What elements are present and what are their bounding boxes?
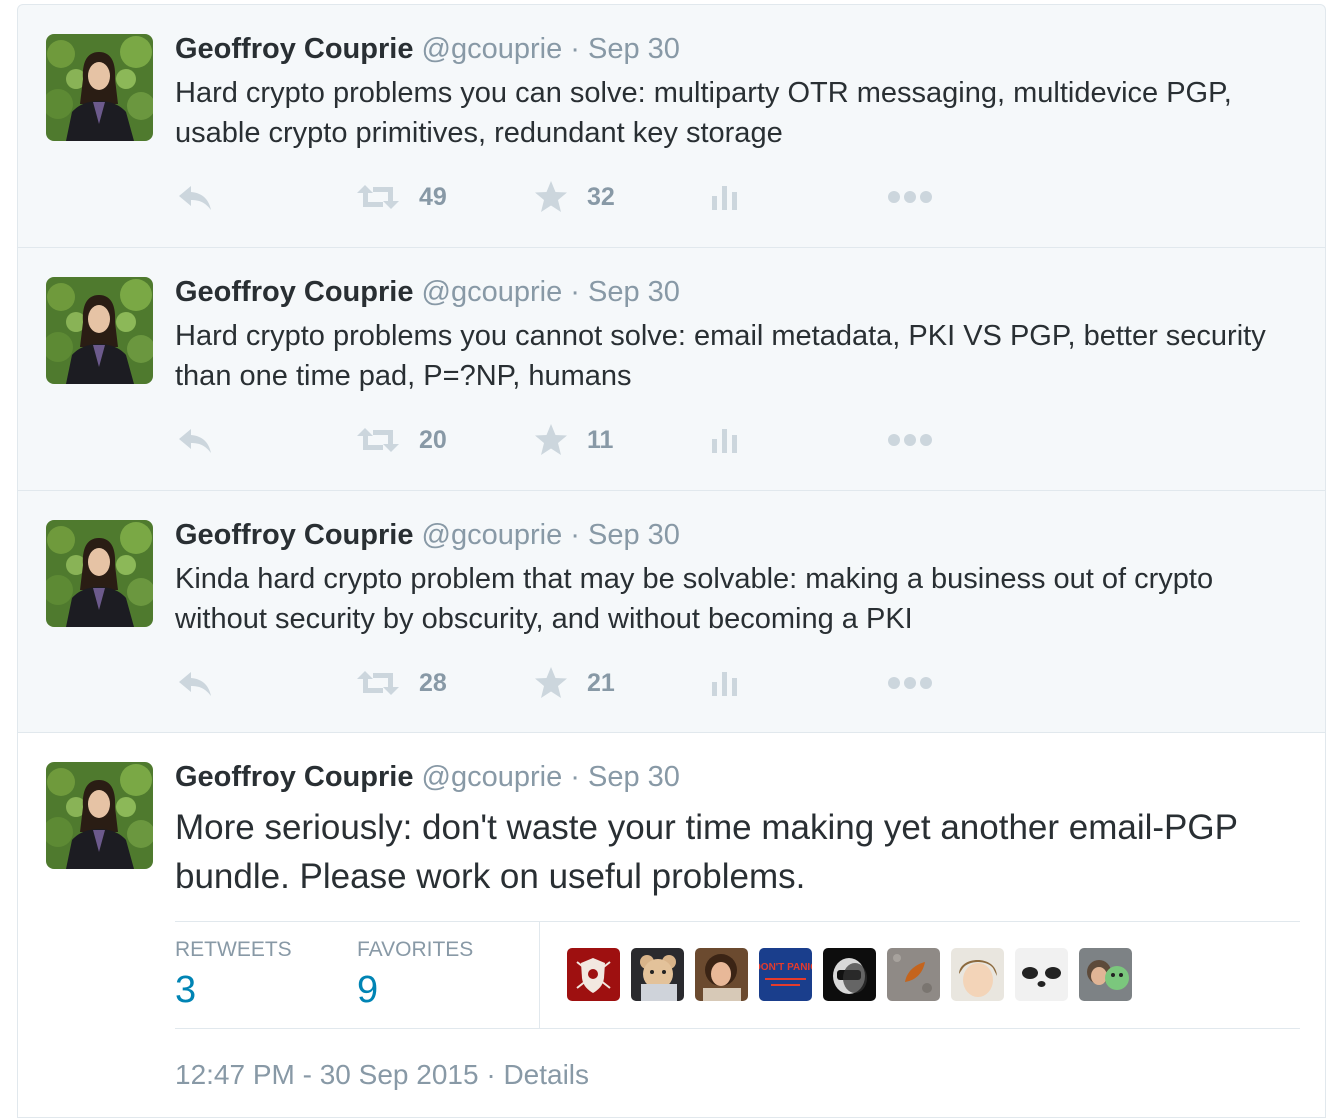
favorite-count: 21 <box>587 668 615 697</box>
author-handle[interactable]: @gcouprie <box>422 519 563 551</box>
author-handle[interactable]: @gcouprie <box>422 761 563 793</box>
reply-button[interactable] <box>175 420 215 460</box>
retweet-button[interactable]: 49 <box>355 177 447 217</box>
tweet-header: Geoffroy Couprie @gcouprie · Sep 30 <box>175 519 680 552</box>
tweet-timestamp[interactable]: 12:47 PM - 30 Sep 2015 <box>175 1059 479 1090</box>
star-icon <box>535 667 567 698</box>
tweet-text: Kinda hard crypto problem that may be so… <box>175 563 1214 635</box>
favorites-count: 9 <box>357 969 379 1011</box>
tweet-text: Hard crypto problems you cannot solve: e… <box>175 320 1266 392</box>
more-icon <box>888 191 932 203</box>
expanded-tweet: Geoffroy Couprie @gcouprie · Sep 30 More… <box>18 733 1325 1117</box>
retweets-label: RETWEETS <box>175 938 292 961</box>
woman-avatar[interactable] <box>695 948 748 1001</box>
reply-button[interactable] <box>175 663 215 703</box>
favorite-count: 32 <box>587 182 615 211</box>
retweet-count: 28 <box>419 668 447 697</box>
tweet-date[interactable]: Sep 30 <box>588 519 680 551</box>
avatar[interactable] <box>46 277 153 384</box>
leaf-avatar[interactable] <box>887 948 940 1001</box>
retweet-count: 20 <box>419 425 447 454</box>
favoriters-facepile: DON'T PANIC <box>567 948 1143 1001</box>
avatar[interactable] <box>46 34 153 141</box>
panda-avatar[interactable] <box>1015 948 1068 1001</box>
retweet-count: 49 <box>419 182 447 211</box>
reply-icon <box>179 429 211 453</box>
favorites-stat[interactable]: FAVORITES 9 <box>357 938 473 1012</box>
star-icon <box>535 424 567 455</box>
stats-divider <box>539 922 540 1028</box>
tweet-date[interactable]: Sep 30 <box>588 761 680 793</box>
author-name[interactable]: Geoffroy Couprie <box>175 33 413 65</box>
favorite-button[interactable]: 21 <box>533 663 615 703</box>
retweets-count: 3 <box>175 969 197 1011</box>
more-button[interactable] <box>887 420 933 460</box>
reply-icon <box>179 186 211 210</box>
avatar[interactable] <box>46 762 153 869</box>
tweet-header: Geoffroy Couprie @gcouprie · Sep 30 <box>175 761 680 794</box>
separator-dot: · <box>486 1059 496 1090</box>
avatar[interactable] <box>46 520 153 627</box>
tweet-header: Geoffroy Couprie @gcouprie · Sep 30 <box>175 33 680 66</box>
plush-toy-avatar[interactable] <box>1079 948 1132 1001</box>
separator-dot: · <box>570 761 580 793</box>
tweet-date[interactable]: Sep 30 <box>588 276 680 308</box>
reply-button[interactable] <box>175 177 215 217</box>
favorites-label: FAVORITES <box>357 938 474 961</box>
retweet-button[interactable]: 20 <box>355 420 447 460</box>
author-name[interactable]: Geoffroy Couprie <box>175 519 413 551</box>
bar-chart-icon <box>712 672 737 696</box>
star-icon <box>535 181 567 212</box>
separator-dot: · <box>570 33 580 65</box>
details-link[interactable]: Details <box>503 1059 589 1090</box>
tweet-text: Hard crypto problems you can solve: mult… <box>175 77 1232 149</box>
more-icon <box>888 434 932 446</box>
more-button[interactable] <box>887 663 933 703</box>
tweet-actions: 49 32 <box>175 177 975 217</box>
daft-punk-helmet-avatar[interactable] <box>823 948 876 1001</box>
tweet-actions: 20 11 <box>175 420 975 460</box>
retweet-icon <box>357 185 399 209</box>
favorite-count: 11 <box>587 425 614 454</box>
tweet-item[interactable]: Geoffroy Couprie @gcouprie · Sep 30 Hard… <box>18 248 1325 491</box>
favorite-button[interactable]: 11 <box>533 420 613 460</box>
separator-dot: · <box>570 519 580 551</box>
dont-panic-text: DON'T PANIC <box>759 962 812 973</box>
tweet-footer: 12:47 PM - 30 Sep 2015 · Details <box>175 1059 589 1091</box>
author-handle[interactable]: @gcouprie <box>422 276 563 308</box>
retweets-stat[interactable]: RETWEETS 3 <box>175 938 292 1012</box>
analytics-button[interactable] <box>710 420 740 460</box>
tweet-text: More seriously: don't waste your time ma… <box>175 808 1238 896</box>
tweet-timeline: Geoffroy Couprie @gcouprie · Sep 30 Hard… <box>17 4 1326 1118</box>
tweet-item[interactable]: Geoffroy Couprie @gcouprie · Sep 30 Hard… <box>18 5 1325 248</box>
retweet-icon <box>357 671 399 695</box>
retweet-button[interactable]: 28 <box>355 663 447 703</box>
reply-icon <box>179 672 211 696</box>
shield-avatar[interactable] <box>567 948 620 1001</box>
blonde-person-avatar[interactable] <box>951 948 1004 1001</box>
retweet-icon <box>357 428 399 452</box>
analytics-button[interactable] <box>710 663 740 703</box>
analytics-button[interactable] <box>710 177 740 217</box>
tweet-stats: RETWEETS 3 FAVORITES 9 DON'T PANIC <box>175 921 1300 1029</box>
author-handle[interactable]: @gcouprie <box>422 33 563 65</box>
dont-panic-avatar[interactable]: DON'T PANIC <box>759 948 812 1001</box>
tweet-date[interactable]: Sep 30 <box>588 33 680 65</box>
more-button[interactable] <box>887 177 933 217</box>
author-name[interactable]: Geoffroy Couprie <box>175 761 413 793</box>
tweet-item[interactable]: Geoffroy Couprie @gcouprie · Sep 30 Kind… <box>18 491 1325 733</box>
tweet-header: Geoffroy Couprie @gcouprie · Sep 30 <box>175 276 680 309</box>
bar-chart-icon <box>712 186 737 210</box>
separator-dot: · <box>570 276 580 308</box>
author-name[interactable]: Geoffroy Couprie <box>175 276 413 308</box>
bar-chart-icon <box>712 429 737 453</box>
teddy-bear-avatar[interactable] <box>631 948 684 1001</box>
favorite-button[interactable]: 32 <box>533 177 615 217</box>
tweet-actions: 28 21 <box>175 663 975 703</box>
more-icon <box>888 677 932 689</box>
